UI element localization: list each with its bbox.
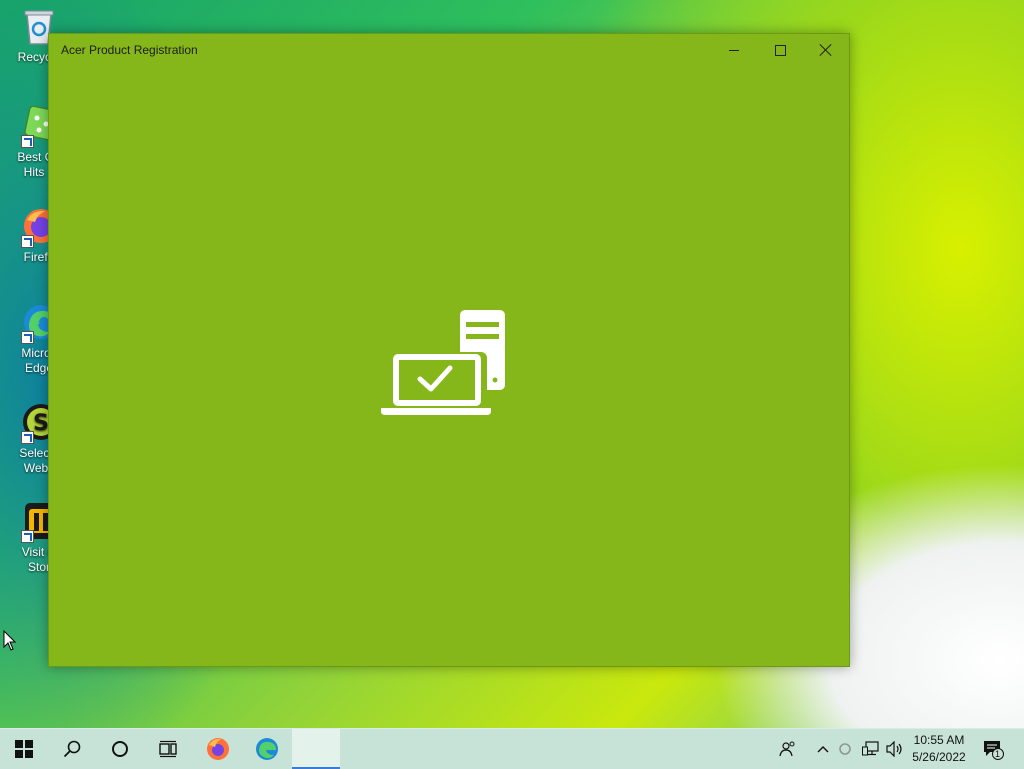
people-icon (779, 741, 795, 757)
window-title: Acer Product Registration (61, 43, 198, 57)
sync-tray-button[interactable] (836, 729, 854, 769)
svg-text:S: S (33, 411, 49, 436)
people-button[interactable] (776, 729, 800, 769)
firefox-icon (207, 738, 229, 760)
task-view-icon (159, 740, 177, 758)
action-center-icon (984, 741, 1004, 760)
mouse-cursor-icon (3, 629, 17, 657)
shortcut-arrow-icon (21, 135, 34, 148)
taskbar: 10:55 AM 5/26/2022 1 (0, 728, 1024, 769)
network-button[interactable] (860, 729, 882, 769)
volume-icon (886, 741, 902, 757)
maximize-button[interactable] (757, 34, 803, 66)
taskbar-edge[interactable] (243, 729, 291, 769)
maximize-icon (774, 44, 786, 56)
start-icon (15, 740, 33, 758)
task-view-button[interactable] (144, 729, 192, 769)
close-button[interactable] (803, 34, 849, 66)
clock-date: 5/26/2022 (912, 750, 966, 764)
show-hidden-icons-button[interactable] (812, 729, 834, 769)
minimize-icon (729, 49, 739, 51)
cortana-button[interactable] (96, 729, 144, 769)
chevron-up-icon (817, 746, 829, 753)
close-icon (820, 44, 832, 56)
edge-icon (256, 738, 278, 760)
network-icon (862, 741, 879, 756)
clock-time: 10:55 AM (913, 733, 965, 747)
minimize-button[interactable] (711, 34, 757, 66)
shortcut-arrow-icon (21, 235, 34, 248)
action-center-button[interactable]: 1 (978, 729, 1008, 769)
taskbar-clock[interactable]: 10:55 AM 5/26/2022 (904, 732, 974, 766)
shortcut-arrow-icon (21, 431, 34, 444)
sync-icon (839, 743, 851, 755)
laptop-desktop-check-icon (379, 308, 509, 425)
search-button[interactable] (48, 729, 96, 769)
notification-count-badge: 1 (995, 749, 1001, 759)
taskbar-acer-registration[interactable] (292, 729, 340, 769)
acer-registration-icon (306, 738, 326, 758)
title-bar[interactable]: Acer Product Registration (49, 34, 849, 66)
taskbar-firefox[interactable] (194, 729, 242, 769)
search-icon (63, 740, 81, 758)
shortcut-arrow-icon (21, 331, 34, 344)
acer-registration-window[interactable]: Acer Product Registration (48, 33, 850, 667)
cortana-icon (112, 741, 128, 757)
shortcut-arrow-icon (21, 530, 34, 543)
start-button[interactable] (0, 729, 48, 769)
volume-button[interactable] (884, 729, 906, 769)
